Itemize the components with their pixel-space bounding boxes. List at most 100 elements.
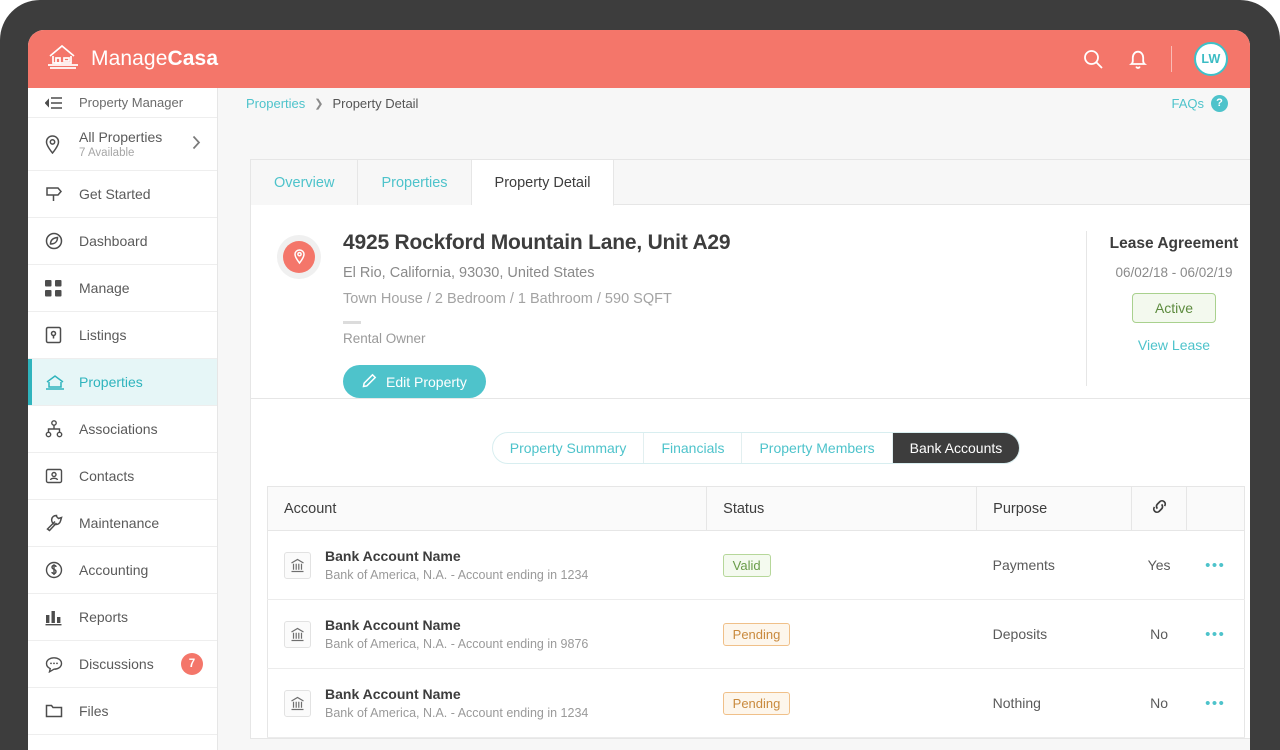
edit-property-button[interactable]: Edit Property: [343, 365, 486, 398]
owner-divider: [343, 321, 361, 324]
sidebar-item-label: Manage: [79, 280, 130, 296]
row-menu-icon[interactable]: •••: [1205, 626, 1225, 643]
brand-name: ManageCasa: [91, 47, 219, 70]
listing-icon: [45, 326, 69, 344]
tab-overview[interactable]: Overview: [251, 160, 359, 205]
cell-account: Bank Account Name Bank of America, N.A. …: [266, 599, 707, 669]
property-info: 4925 Rockford Mountain Lane, Unit A29 El…: [251, 231, 1086, 398]
panel-tabs: Overview Properties Property Detail: [251, 160, 1250, 206]
breadcrumb-current: Property Detail: [332, 95, 419, 111]
bar-chart-icon: [45, 609, 69, 626]
search-icon[interactable]: [1081, 47, 1105, 71]
discussions-badge: 7: [181, 653, 203, 675]
faqs-label: FAQs: [1171, 95, 1204, 111]
cell-status: Pending: [706, 668, 977, 738]
top-bar: ManageCasa LW: [28, 30, 1250, 88]
bank-icon: [284, 620, 311, 648]
sidebar-header-property-manager[interactable]: Property Manager: [28, 88, 217, 118]
col-account[interactable]: Account: [266, 486, 708, 531]
location-pin-icon: [45, 134, 69, 154]
account-sub: Bank of America, N.A. - Account ending i…: [325, 637, 589, 651]
sidebar-item-contacts[interactable]: Contacts: [28, 453, 217, 500]
col-linked[interactable]: [1131, 486, 1187, 531]
sidebar-item-label: Properties: [79, 374, 143, 390]
sidebar-item-discussions[interactable]: Discussions 7: [28, 641, 217, 688]
property-header: 4925 Rockford Mountain Lane, Unit A29 El…: [251, 205, 1250, 399]
cell-linked: Yes: [1131, 530, 1187, 600]
bank-accounts-table: Account Status Purpose Bank Account Name…: [266, 486, 1245, 738]
col-status[interactable]: Status: [706, 486, 978, 531]
segmented-control-wrap: Property Summary Financials Property Mem…: [251, 399, 1250, 486]
segment-property-summary[interactable]: Property Summary: [493, 433, 645, 463]
segment-bank-accounts[interactable]: Bank Accounts: [892, 433, 1020, 463]
sidebar-item-maintenance[interactable]: Maintenance: [28, 500, 217, 547]
wrench-icon: [45, 514, 69, 532]
lease-title: Lease Agreement: [1109, 235, 1239, 252]
app-window: ManageCasa LW Property Manager All Prope…: [28, 30, 1250, 750]
row-menu-icon[interactable]: •••: [1205, 557, 1225, 574]
account-name: Bank Account Name: [325, 617, 461, 633]
cell-account: Bank Account Name Bank of America, N.A. …: [266, 668, 707, 738]
signpost-icon: [45, 185, 69, 203]
sidebar-item-label: Maintenance: [79, 515, 160, 531]
sidebar: Property Manager All Properties 7 Availa…: [28, 88, 218, 750]
sidebar-item-get-started[interactable]: Get Started: [28, 171, 217, 218]
house-icon: [45, 373, 69, 391]
table-row[interactable]: Bank Account Name Bank of America, N.A. …: [266, 599, 1245, 669]
sidebar-item-manage[interactable]: Manage: [28, 265, 217, 312]
sidebar-item-accounting[interactable]: Accounting: [28, 547, 217, 594]
property-meta: Town House / 2 Bedroom / 1 Bathroom / 59…: [343, 291, 672, 307]
account-name: Bank Account Name: [325, 548, 461, 564]
sidebar-item-associations[interactable]: Associations: [28, 406, 217, 453]
tab-properties[interactable]: Properties: [358, 160, 472, 205]
chevron-right-icon[interactable]: [192, 135, 201, 153]
cell-status: Pending: [706, 599, 977, 669]
table-header-row: Account Status Purpose: [266, 486, 1245, 531]
table-body: Bank Account Name Bank of America, N.A. …: [266, 530, 1245, 738]
grid-icon: [45, 279, 69, 297]
sidebar-item-label: Dashboard: [79, 233, 148, 249]
segmented-control: Property Summary Financials Property Mem…: [491, 432, 1021, 464]
cell-account: Bank Account Name Bank of America, N.A. …: [266, 530, 707, 600]
map-pin-icon: [277, 235, 321, 279]
cell-actions: •••: [1186, 530, 1245, 600]
segment-property-members[interactable]: Property Members: [742, 433, 893, 463]
tab-filler: [614, 160, 1250, 205]
all-properties-label: All Properties: [79, 129, 163, 145]
segment-financials[interactable]: Financials: [644, 433, 743, 463]
top-bar-actions: LW: [1081, 42, 1228, 76]
bank-accounts-table-wrap: Account Status Purpose Bank Account Name…: [251, 486, 1250, 738]
bell-icon[interactable]: [1127, 47, 1149, 71]
house-logo-icon: [46, 43, 80, 76]
row-menu-icon[interactable]: •••: [1205, 695, 1225, 712]
contact-card-icon: [45, 468, 69, 484]
table-row[interactable]: Bank Account Name Bank of America, N.A. …: [266, 530, 1245, 600]
tab-property-detail[interactable]: Property Detail: [471, 160, 615, 206]
lease-agreement-panel: Lease Agreement 06/02/18 - 06/02/19 Acti…: [1086, 231, 1250, 386]
avatar[interactable]: LW: [1194, 42, 1228, 76]
col-purpose[interactable]: Purpose: [976, 486, 1133, 531]
brand-logo[interactable]: ManageCasa: [46, 43, 218, 76]
cell-status: Valid: [706, 530, 977, 600]
sidebar-item-reports[interactable]: Reports: [28, 594, 217, 641]
col-actions: [1186, 486, 1245, 531]
breadcrumb-root[interactable]: Properties: [246, 96, 305, 111]
table-row[interactable]: Bank Account Name Bank of America, N.A. …: [266, 668, 1245, 738]
chat-bubble-icon: [45, 656, 69, 673]
sidebar-item-files[interactable]: Files: [28, 688, 217, 735]
bank-icon: [284, 551, 311, 579]
all-properties-sub: 7 Available: [79, 147, 135, 159]
sidebar-item-tasks[interactable]: Tasks: [28, 735, 217, 750]
gauge-icon: [45, 232, 69, 250]
sidebar-item-dashboard[interactable]: Dashboard: [28, 218, 217, 265]
cell-linked: No: [1131, 599, 1187, 669]
sidebar-item-properties[interactable]: Properties: [28, 359, 217, 406]
sidebar-item-listings[interactable]: Listings: [28, 312, 217, 359]
sidebar-header-label: Property Manager: [79, 95, 184, 110]
sidebar-item-all-properties[interactable]: All Properties 7 Available: [28, 118, 217, 171]
lease-status-badge: Active: [1131, 293, 1217, 323]
sidebar-item-label: Accounting: [79, 562, 149, 578]
view-lease-link[interactable]: View Lease: [1138, 337, 1210, 353]
faqs-link[interactable]: FAQs ?: [1171, 94, 1228, 112]
pencil-icon: [362, 373, 377, 391]
